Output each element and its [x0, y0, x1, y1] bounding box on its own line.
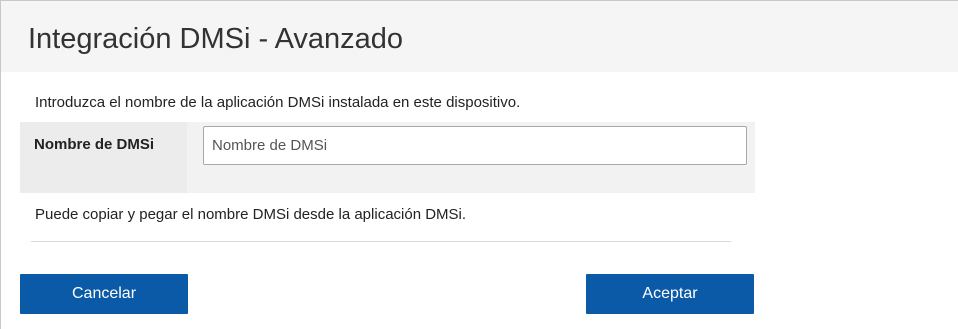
- accept-button[interactable]: Aceptar: [586, 274, 754, 314]
- dmsi-name-label: Nombre de DMSi: [34, 136, 155, 153]
- dmsi-name-row: Nombre de DMSi: [20, 122, 755, 193]
- divider: [31, 241, 731, 242]
- intro-text: Introduzca el nombre de la aplicación DM…: [35, 94, 521, 111]
- dmsi-name-label-cell: Nombre de DMSi: [20, 122, 187, 193]
- dialog-header: Integración DMSi - Avanzado: [1, 1, 958, 72]
- dmsi-advanced-dialog: Integración DMSi - Avanzado Introduzca e…: [0, 0, 958, 329]
- help-text: Puede copiar y pegar el nombre DMSi desd…: [35, 206, 467, 223]
- dialog-title: Integración DMSi - Avanzado: [28, 23, 404, 55]
- cancel-button[interactable]: Cancelar: [20, 274, 188, 314]
- dmsi-name-input[interactable]: [203, 126, 747, 165]
